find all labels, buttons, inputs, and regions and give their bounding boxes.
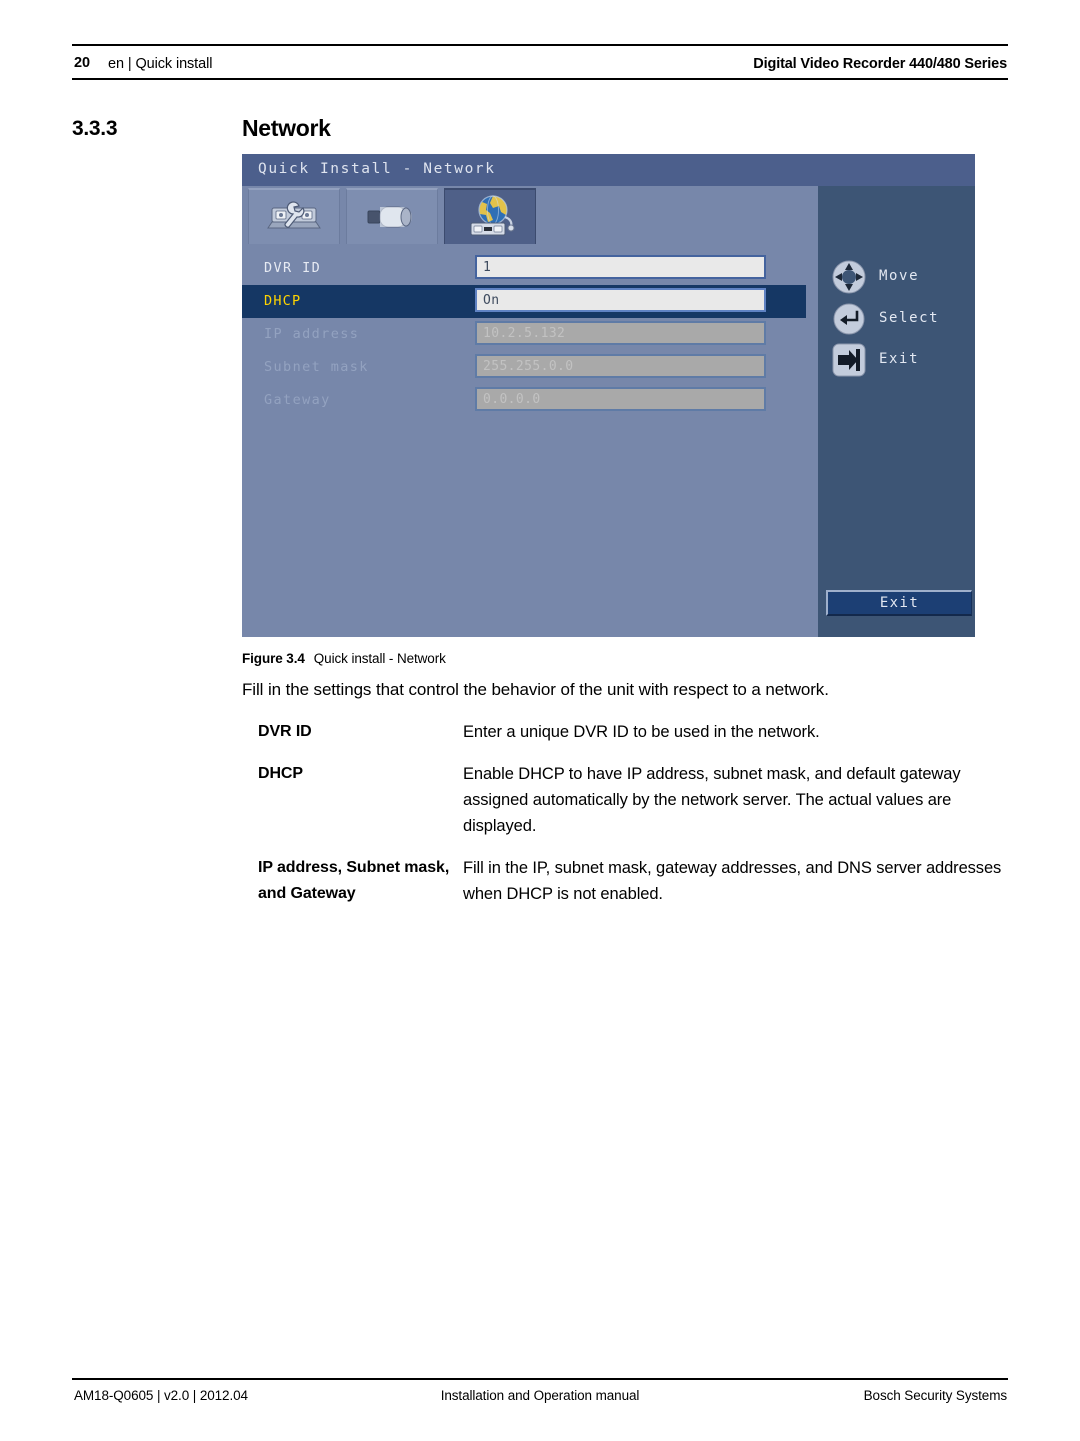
definition-term-dvr-id: DVR ID (258, 723, 312, 740)
tab-system-tools[interactable] (248, 188, 340, 244)
settings-input-dhcp[interactable]: On (475, 288, 766, 312)
settings-value-ip-address: 10.2.5.132 (483, 326, 566, 341)
figure-label: Figure 3.4 (242, 651, 305, 666)
section-number: 3.3.3 (72, 117, 118, 140)
figure-caption-text: Quick install - Network (313, 651, 446, 666)
enter-select-icon (832, 302, 866, 336)
dvr-titlebar-text: Quick Install - Network (258, 161, 496, 177)
settings-row-dvr-id[interactable]: DVR ID 1 (242, 252, 806, 285)
settings-row-gateway: Gateway 0.0.0.0 (242, 384, 806, 417)
dvr-tab-strip (248, 188, 548, 244)
settings-value-subnet-mask: 255.255.0.0 (483, 359, 574, 374)
definition-description-ip-subnet-gateway: Fill in the IP, subnet mask, gateway add… (463, 859, 1002, 903)
settings-label-dhcp: DHCP (264, 293, 302, 309)
definition-description-dvr-id: Enter a unique DVR ID to be used in the … (463, 723, 820, 741)
legend-label-exit: Exit (879, 351, 920, 367)
legend-label-select: Select (879, 310, 940, 326)
dvr-settings-list: DVR ID 1 DHCP On IP address 10.2.5.132 S… (242, 252, 806, 417)
exit-button-label: Exit (879, 595, 920, 611)
dvr-help-sidebar: Move Select Exit Exit (818, 186, 975, 637)
dpad-move-icon (832, 260, 866, 294)
dvr-ui-screenshot: Quick Install - Network DVR ID 1 DHCP On… (242, 154, 975, 637)
settings-label-ip-address: IP address (264, 326, 360, 342)
settings-input-subnet-mask: 255.255.0.0 (475, 354, 766, 378)
exit-arrow-icon (832, 343, 866, 377)
page-title: Network (242, 115, 331, 141)
header-section-label: en | Quick install (108, 56, 213, 72)
settings-value-dhcp: On (483, 293, 500, 308)
definition-row-ip-subnet-gateway: IP address, Subnet mask, and Gateway Fil… (258, 855, 1003, 907)
definition-list: DVR ID Enter a unique DVR ID to be used … (258, 719, 1003, 923)
definition-description-dhcp: Enable DHCP to have IP address, subnet m… (463, 765, 961, 835)
tab-network[interactable] (444, 188, 536, 244)
intro-paragraph: Fill in the settings that control the be… (242, 680, 829, 699)
definition-row-dhcp: DHCP Enable DHCP to have IP address, sub… (258, 761, 1003, 839)
dvr-titlebar: Quick Install - Network (242, 154, 975, 186)
figure-caption: Figure 3.4 Quick install - Network (242, 651, 446, 666)
footer-company: Bosch Security Systems (863, 1388, 1007, 1403)
settings-input-ip-address: 10.2.5.132 (475, 321, 766, 345)
settings-input-dvr-id[interactable]: 1 (475, 255, 766, 279)
settings-row-dhcp[interactable]: DHCP On (242, 285, 806, 318)
header-product-title: Digital Video Recorder 440/480 Series (753, 56, 1007, 72)
settings-input-gateway: 0.0.0.0 (475, 387, 766, 411)
settings-label-subnet-mask: Subnet mask (264, 359, 369, 375)
tab-camera[interactable] (346, 188, 438, 244)
definition-term-dhcp: DHCP (258, 765, 303, 782)
settings-label-gateway: Gateway (264, 392, 331, 408)
settings-label-dvr-id: DVR ID (264, 260, 322, 276)
settings-row-ip-address: IP address 10.2.5.132 (242, 318, 806, 351)
legend-label-move: Move (879, 268, 920, 284)
settings-row-subnet-mask: Subnet mask 255.255.0.0 (242, 351, 806, 384)
definition-row-dvr-id: DVR ID Enter a unique DVR ID to be used … (258, 719, 1003, 745)
header-page-number: 20 (74, 55, 90, 71)
page-footer: AM18-Q0605 | v2.0 | 2012.04 Installation… (72, 1378, 1008, 1410)
page-header: 20 en | Quick install Digital Video Reco… (72, 44, 1008, 80)
settings-value-dvr-id: 1 (483, 260, 492, 275)
exit-button[interactable]: Exit (826, 590, 972, 616)
settings-value-gateway: 0.0.0.0 (483, 392, 541, 407)
definition-term-ip-subnet-gateway: IP address, Subnet mask, and Gateway (258, 859, 450, 902)
